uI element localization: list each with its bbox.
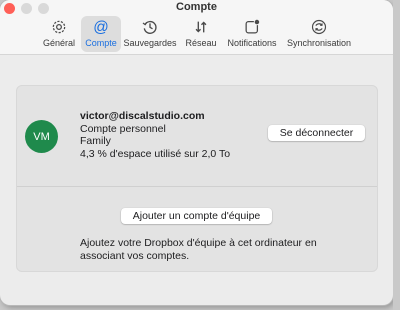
gear-icon — [52, 20, 66, 34]
avatar: VM — [25, 120, 58, 153]
tab-general[interactable]: Général — [38, 16, 80, 52]
storage-usage: 4,3 % d'espace utilisé sur 2,0 To — [80, 147, 231, 160]
tab-label: Notifications — [227, 38, 277, 48]
account-plan: Family — [80, 135, 111, 147]
account-panel: VM victor@discalstudio.com Compte person… — [16, 85, 378, 272]
tab-label: Réseau — [185, 38, 217, 48]
tab-synchronisation[interactable]: Synchronisation — [284, 16, 354, 52]
preferences-window: Compte Général @ Compte Sauvegardes Rése… — [0, 0, 393, 305]
history-icon — [142, 20, 157, 34]
add-team-account-button[interactable]: Ajouter un compte d'équipe — [121, 208, 272, 224]
team-description: Ajoutez votre Dropbox d'équipe à cet ord… — [80, 237, 317, 262]
notification-icon — [245, 18, 261, 34]
at-icon: @ — [93, 19, 109, 36]
desktop-edge — [393, 0, 400, 310]
account-email: victor@discalstudio.com — [80, 110, 205, 122]
window-title: Compte — [176, 1, 217, 13]
tab-label: Sauvegardes — [123, 38, 177, 48]
account-details: victor@discalstudio.com Compte personnel… — [80, 110, 230, 160]
tab-sauvegardes[interactable]: Sauvegardes — [122, 16, 178, 52]
tab-notifications[interactable]: Notifications — [225, 16, 279, 52]
sync-icon — [311, 19, 327, 35]
tab-reseau[interactable]: Réseau — [183, 16, 219, 52]
tab-compte[interactable]: @ Compte — [81, 16, 121, 52]
network-icon — [195, 21, 207, 33]
toolbar: Compte Général @ Compte Sauvegardes Rése… — [0, 0, 393, 55]
tab-label: Compte — [85, 38, 117, 48]
logout-button[interactable]: Se déconnecter — [268, 125, 365, 141]
tab-label: Synchronisation — [286, 38, 352, 48]
account-type: Compte personnel — [80, 122, 166, 135]
svg-text:@: @ — [93, 19, 109, 36]
divider — [17, 186, 377, 187]
tab-label: Général — [42, 38, 76, 48]
